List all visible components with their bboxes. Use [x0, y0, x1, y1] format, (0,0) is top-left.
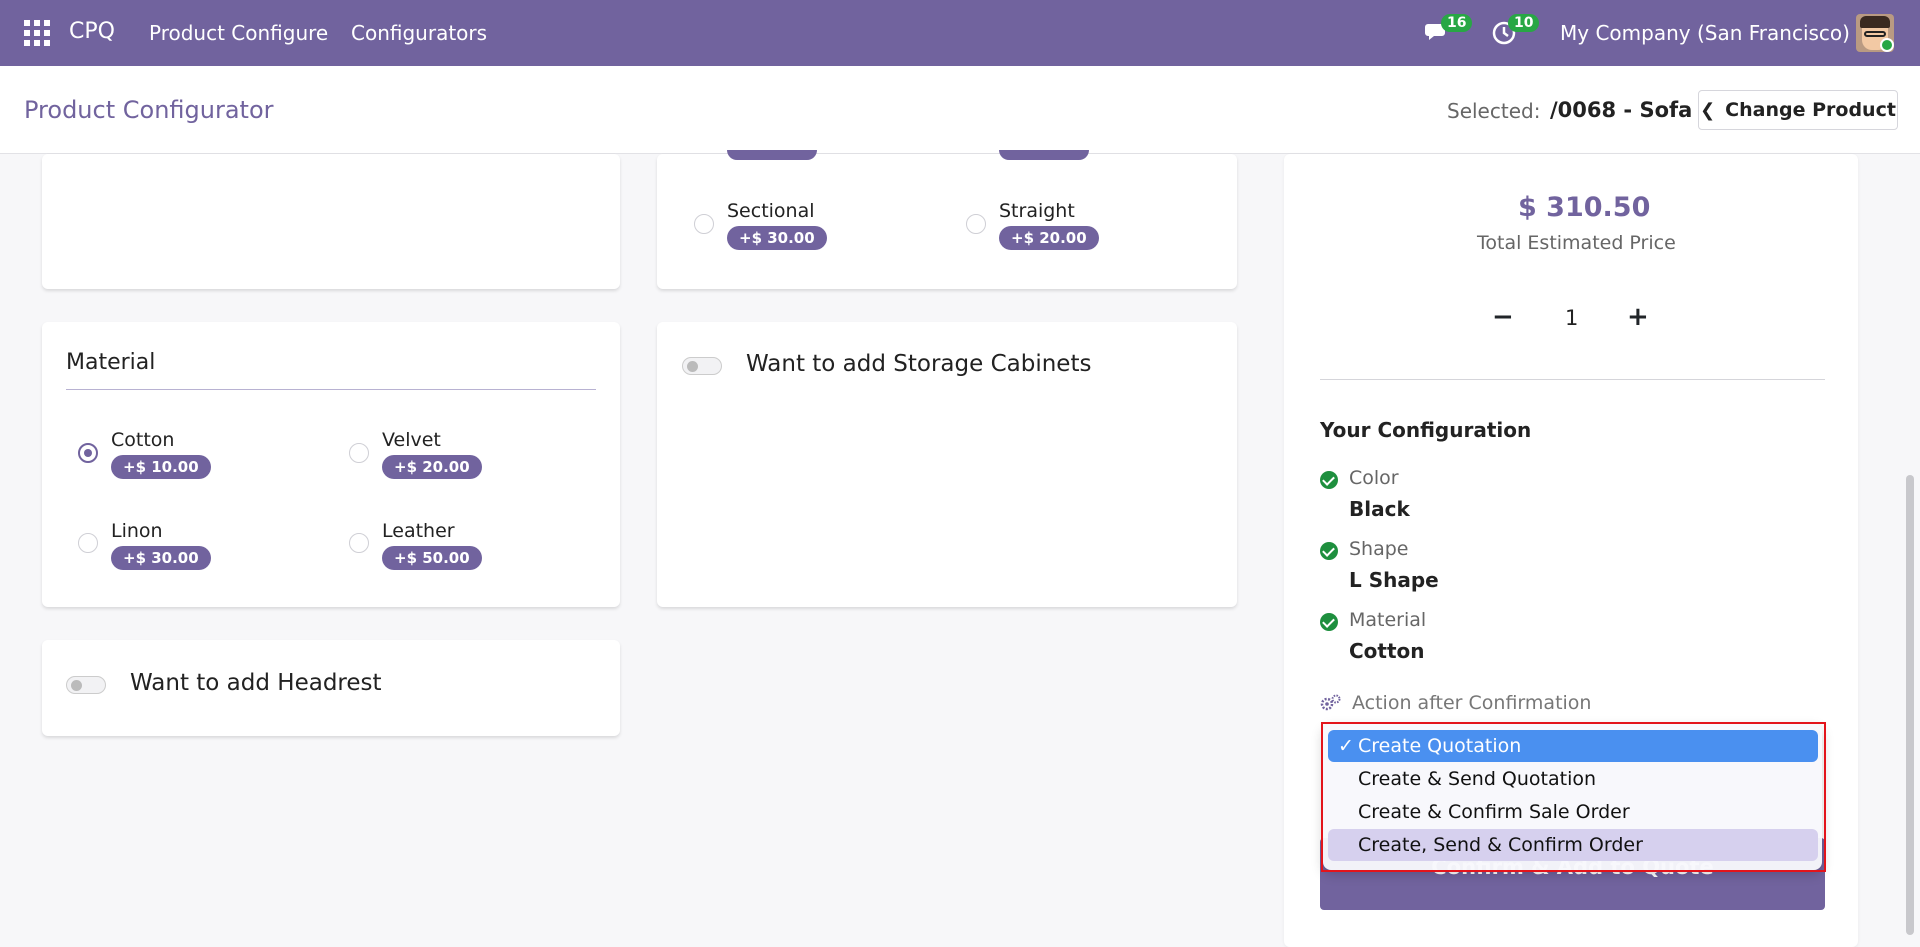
- price-pill-linon: +$ 30.00: [111, 546, 211, 570]
- nav-configurators[interactable]: Configurators: [351, 21, 487, 45]
- chevron-left-icon: ❮: [1700, 99, 1716, 121]
- radio-straight[interactable]: [966, 214, 986, 234]
- price-pill-velvet: +$ 20.00: [382, 455, 482, 479]
- headrest-toggle[interactable]: [66, 676, 106, 694]
- change-product-button[interactable]: ❮ Change Product: [1698, 90, 1898, 130]
- selected-product: /0068 - Sofa: [1550, 98, 1693, 122]
- config-value-color: Black: [1349, 497, 1410, 521]
- material-divider: [66, 389, 596, 390]
- price-pill-sectional: +$ 30.00: [727, 226, 827, 250]
- top-navbar: CPQ Product Configure Configurators 16 1…: [0, 0, 1920, 66]
- check-circle-icon: [1320, 542, 1338, 560]
- price-pill-cut: [727, 150, 817, 160]
- gears-icon: [1320, 694, 1342, 712]
- selected-label: Selected:: [1447, 99, 1541, 123]
- quantity-value[interactable]: 1: [1565, 306, 1578, 330]
- quantity-increase-button[interactable]: +: [1627, 302, 1649, 332]
- radio-sectional[interactable]: [694, 214, 714, 234]
- material-title: Material: [66, 350, 156, 375]
- price-pill-straight: +$ 20.00: [999, 226, 1099, 250]
- storage-cabinets-toggle[interactable]: [682, 357, 722, 375]
- action-after-confirmation-label: Action after Confirmation: [1352, 692, 1592, 714]
- config-label-material: Material: [1349, 609, 1427, 631]
- page-title: Product Configurator: [24, 96, 274, 124]
- option-label-cotton: Cotton: [111, 429, 175, 451]
- price-pill-cotton: +$ 10.00: [111, 455, 211, 479]
- price-pill-leather: +$ 50.00: [382, 546, 482, 570]
- headrest-label: Want to add Headrest: [130, 670, 382, 696]
- config-value-shape: L Shape: [1349, 568, 1439, 592]
- online-status-dot: [1880, 38, 1894, 52]
- radio-cotton[interactable]: [78, 443, 98, 463]
- option-label-sectional: Sectional: [727, 200, 815, 222]
- nav-product-configure[interactable]: Product Configure: [149, 21, 328, 45]
- config-label-shape: Shape: [1349, 538, 1409, 560]
- total-price-label: Total Estimated Price: [1477, 232, 1676, 254]
- radio-leather[interactable]: [349, 533, 369, 553]
- summary-divider: [1320, 379, 1825, 380]
- activity-badge: 10: [1508, 14, 1540, 32]
- quantity-decrease-button[interactable]: −: [1492, 302, 1514, 332]
- app-name[interactable]: CPQ: [69, 19, 115, 44]
- apps-grid-icon[interactable]: [24, 20, 50, 46]
- option-label-linon: Linon: [111, 520, 163, 542]
- highlight-box: [1321, 722, 1826, 872]
- config-value-material: Cotton: [1349, 639, 1425, 663]
- attribute-card-top-left: [42, 154, 620, 289]
- page-scrollbar[interactable]: [1906, 475, 1914, 935]
- company-switcher[interactable]: My Company (San Francisco): [1560, 21, 1850, 45]
- option-label-leather: Leather: [382, 520, 455, 542]
- radio-linon[interactable]: [78, 533, 98, 553]
- price-pill-cut: [999, 150, 1089, 160]
- configuration-title: Your Configuration: [1320, 418, 1532, 442]
- check-circle-icon: [1320, 613, 1338, 631]
- config-label-color: Color: [1349, 467, 1399, 489]
- total-price: $ 310.50: [1518, 192, 1651, 223]
- activity-clock-icon[interactable]: 10: [1492, 14, 1540, 48]
- storage-cabinets-label: Want to add Storage Cabinets: [746, 351, 1092, 377]
- change-product-label: Change Product: [1725, 99, 1896, 121]
- option-label-velvet: Velvet: [382, 429, 441, 451]
- messages-icon[interactable]: 16: [1425, 14, 1473, 48]
- control-panel: Product Configurator Selected: /0068 - S…: [0, 66, 1920, 154]
- check-circle-icon: [1320, 471, 1338, 489]
- option-label-straight: Straight: [999, 200, 1075, 222]
- radio-velvet[interactable]: [349, 443, 369, 463]
- messages-badge: 16: [1441, 14, 1473, 32]
